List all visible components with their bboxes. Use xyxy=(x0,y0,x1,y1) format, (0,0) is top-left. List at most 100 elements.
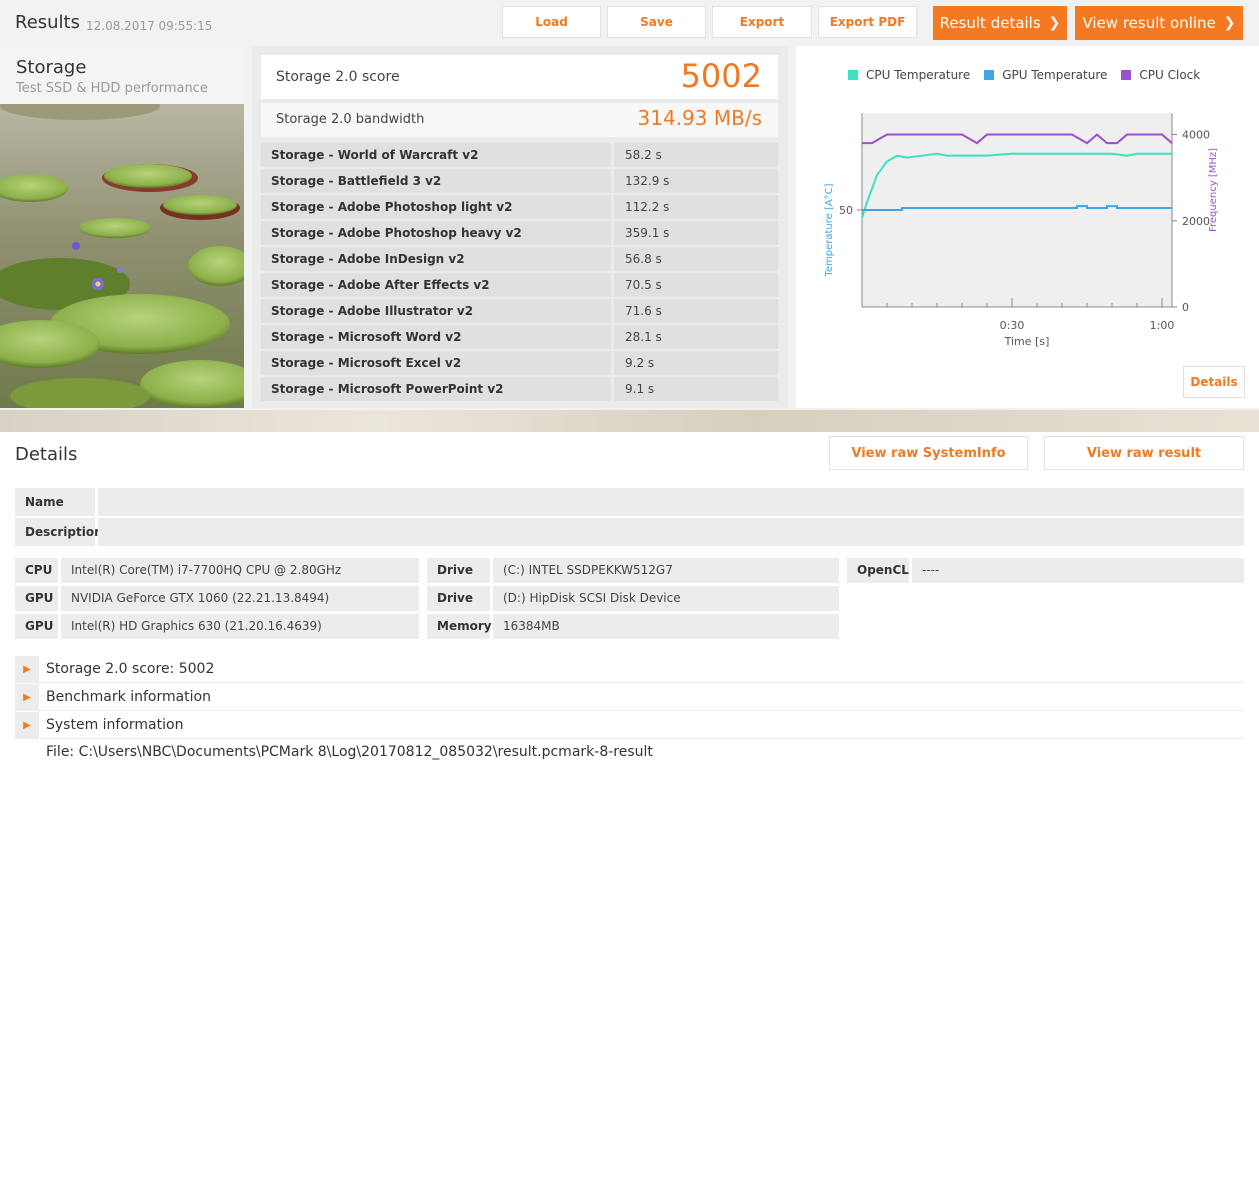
test-name: Storage - Adobe Photoshop light v2 xyxy=(261,195,611,219)
view-raw-result-button[interactable]: View raw result xyxy=(1044,436,1244,470)
page-title: Results xyxy=(15,12,80,33)
y-left-tick-label: 50 xyxy=(839,204,853,217)
caret-right-icon[interactable]: ▶ xyxy=(15,712,39,738)
memory-label: Memory xyxy=(427,614,492,639)
chevron-right-icon: ❯ xyxy=(1048,15,1061,31)
test-value: 112.2 s xyxy=(614,195,778,219)
expander-storage-score[interactable]: ▶ Storage 2.0 score: 5002 xyxy=(15,656,1244,683)
view-result-online-button[interactable]: View result online ❯ xyxy=(1075,6,1243,40)
test-row: Storage - Adobe After Effects v2 70.5 s xyxy=(261,273,778,297)
test-name: Storage - Adobe After Effects v2 xyxy=(261,273,611,297)
name-label: Name xyxy=(15,488,95,516)
benchmark-subtitle: Test SSD & HDD performance xyxy=(16,81,208,96)
result-details-button[interactable]: Result details ❯ xyxy=(933,6,1067,40)
benchmark-name: Storage xyxy=(16,57,87,78)
benchmark-card: Storage Test SSD & HDD performance xyxy=(0,46,244,408)
plot-area xyxy=(862,113,1172,307)
name-value xyxy=(98,488,1244,516)
test-row: Storage - Adobe Illustrator v2 71.6 s xyxy=(261,299,778,323)
save-button[interactable]: Save xyxy=(607,6,706,38)
description-field-row: Description xyxy=(15,518,1244,546)
export-button[interactable]: Export xyxy=(712,6,812,38)
test-value: 9.1 s xyxy=(614,377,778,401)
test-row: Storage - Microsoft Word v2 28.1 s xyxy=(261,325,778,349)
test-row: Storage - Battlefield 3 v2 132.9 s xyxy=(261,169,778,193)
opencl-value: ---- xyxy=(912,558,1244,583)
score-value: 5002 xyxy=(680,57,762,95)
test-name: Storage - Adobe Illustrator v2 xyxy=(261,299,611,323)
drive-label: Drive xyxy=(427,586,490,611)
result-details-label: Result details xyxy=(939,14,1041,32)
gpu-label: GPU xyxy=(15,614,58,639)
test-row: Storage - Adobe Photoshop light v2 112.2… xyxy=(261,195,778,219)
y-axis-left-label: Temperature [A°C] xyxy=(824,183,835,277)
monitoring-chart-panel: CPU Temperature GPU Temperature CPU Cloc… xyxy=(796,46,1259,408)
opencl-label: OpenCL xyxy=(847,558,909,583)
gpu-label: GPU xyxy=(15,586,58,611)
test-value: 132.9 s xyxy=(614,169,778,193)
test-value: 70.5 s xyxy=(614,273,778,297)
chevron-right-icon: ❯ xyxy=(1223,15,1236,31)
drive-label: Drive xyxy=(427,558,490,583)
benchmark-image xyxy=(0,104,244,408)
description-label: Description xyxy=(15,518,103,546)
test-value: 58.2 s xyxy=(614,143,778,167)
y-right-tick-label: 0 xyxy=(1182,301,1189,314)
test-name: Storage - Microsoft Excel v2 xyxy=(261,351,611,375)
chart-details-button[interactable]: Details xyxy=(1183,366,1245,398)
test-row: Storage - Microsoft Excel v2 9.2 s xyxy=(261,351,778,375)
expander-label[interactable]: Storage 2.0 score: 5002 xyxy=(46,661,214,677)
x-axis-label: Time [s] xyxy=(1004,335,1050,348)
test-results-list: Storage - World of Warcraft v2 58.2 s St… xyxy=(261,143,778,403)
gpu-value: Intel(R) HD Graphics 630 (21.20.16.4639) xyxy=(61,614,419,639)
test-value: 56.8 s xyxy=(614,247,778,271)
cpu-value: Intel(R) Core(TM) i7-7700HQ CPU @ 2.80GH… xyxy=(61,558,419,583)
expander-label[interactable]: Benchmark information xyxy=(46,689,211,705)
test-value: 71.6 s xyxy=(614,299,778,323)
top-bar: Results 12.08.2017 09:55:15 Load Save Ex… xyxy=(0,0,1259,46)
test-name: Storage - Microsoft Word v2 xyxy=(261,325,611,349)
test-name: Storage - Battlefield 3 v2 xyxy=(261,169,611,193)
score-label: Storage 2.0 score xyxy=(276,69,400,85)
result-file-path: File: C:\Users\NBC\Documents\PCMark 8\Lo… xyxy=(46,744,653,760)
caret-right-icon[interactable]: ▶ xyxy=(15,684,39,710)
caret-right-icon[interactable]: ▶ xyxy=(15,656,39,682)
export-pdf-button[interactable]: Export PDF xyxy=(818,6,917,38)
expander-benchmark-information[interactable]: ▶ Benchmark information xyxy=(15,684,1244,711)
memory-value: 16384MB xyxy=(493,614,839,639)
details-section: Details View raw SystemInfo View raw res… xyxy=(0,432,1259,1200)
bandwidth-label: Storage 2.0 bandwidth xyxy=(276,112,425,127)
scores-panel: Storage 2.0 score 5002 Storage 2.0 bandw… xyxy=(252,46,788,408)
score-box: Storage 2.0 score 5002 xyxy=(261,55,778,99)
cpu-label: CPU xyxy=(15,558,58,583)
expander-system-information[interactable]: ▶ System information xyxy=(15,712,1244,739)
x-tick-label: 0:30 xyxy=(1000,319,1025,332)
test-name: Storage - Adobe Photoshop heavy v2 xyxy=(261,221,611,245)
load-button[interactable]: Load xyxy=(502,6,601,38)
description-value xyxy=(98,518,1244,546)
y-right-tick-label: 2000 xyxy=(1182,215,1210,228)
test-row: Storage - World of Warcraft v2 58.2 s xyxy=(261,143,778,167)
drive-value: (D:) HipDisk SCSI Disk Device xyxy=(493,586,839,611)
test-value: 28.1 s xyxy=(614,325,778,349)
view-raw-systeminfo-button[interactable]: View raw SystemInfo xyxy=(829,436,1028,470)
y-right-tick-label: 4000 xyxy=(1182,129,1210,142)
test-value: 359.1 s xyxy=(614,221,778,245)
test-row: Storage - Adobe InDesign v2 56.8 s xyxy=(261,247,778,271)
gpu-value: NVIDIA GeForce GTX 1060 (22.21.13.8494) xyxy=(61,586,419,611)
view-online-label: View result online xyxy=(1082,14,1216,32)
y-axis-right-label: Frequency [MHz] xyxy=(1208,148,1219,232)
bandwidth-value: 314.93 MB/s xyxy=(637,106,762,130)
storage-panel: Storage Test SSD & HDD performance Stora… xyxy=(0,46,1259,410)
test-name: Storage - Adobe InDesign v2 xyxy=(261,247,611,271)
result-date: 12.08.2017 09:55:15 xyxy=(86,19,213,33)
section-divider xyxy=(0,410,1259,432)
bandwidth-box: Storage 2.0 bandwidth 314.93 MB/s xyxy=(261,103,778,137)
expander-label[interactable]: System information xyxy=(46,717,183,733)
details-title: Details xyxy=(15,444,78,465)
x-tick-label: 1:00 xyxy=(1150,319,1175,332)
test-value: 9.2 s xyxy=(614,351,778,375)
drive-value: (C:) INTEL SSDPEKKW512G7 xyxy=(493,558,839,583)
test-name: Storage - Microsoft PowerPoint v2 xyxy=(261,377,611,401)
name-field-row: Name xyxy=(15,488,1244,516)
